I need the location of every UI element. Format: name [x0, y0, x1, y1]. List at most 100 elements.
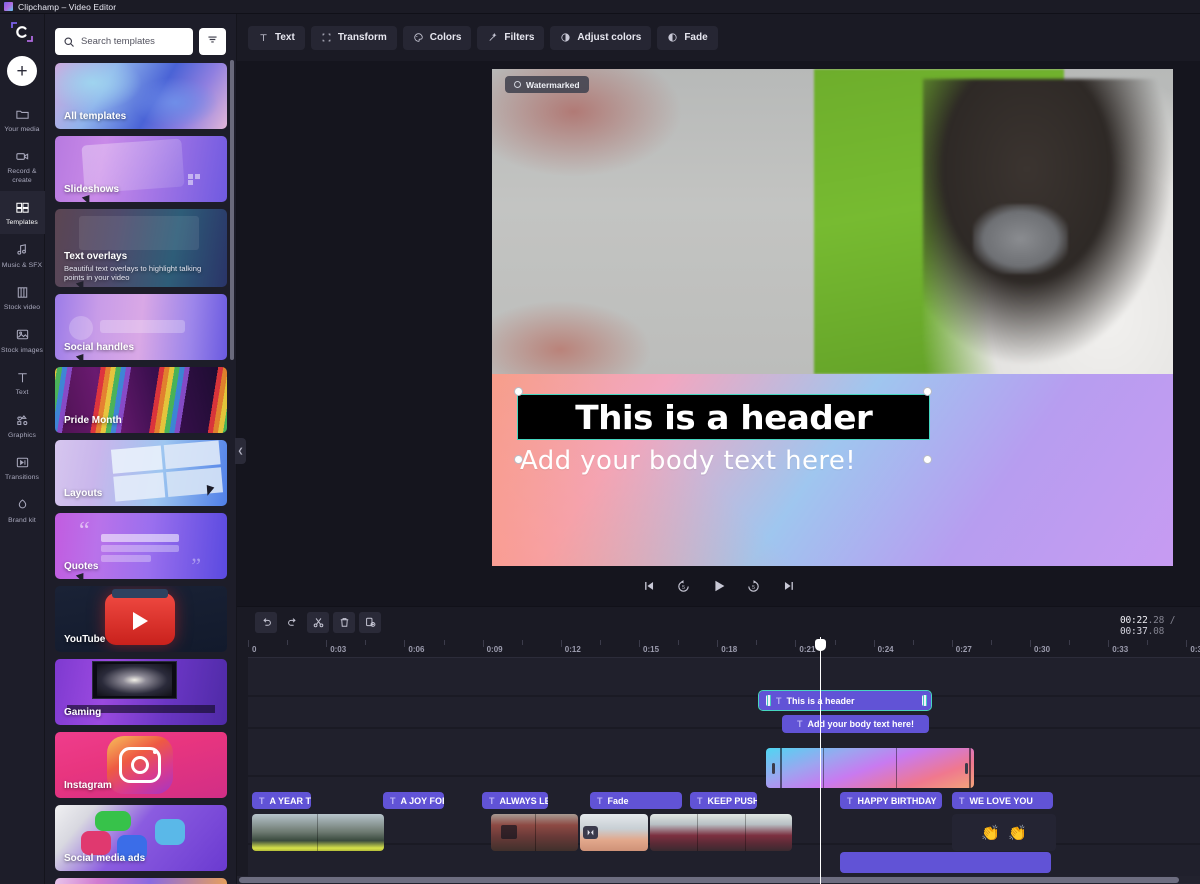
undo-button[interactable]	[255, 612, 277, 633]
duplicate-button[interactable]	[359, 612, 381, 633]
tool-transform[interactable]: Transform	[310, 25, 397, 50]
timeline-horizontal-scrollbar[interactable]	[237, 876, 1200, 884]
timeline-tracks: T This is a header T Add your body text …	[248, 658, 1200, 880]
redo-button[interactable]	[281, 612, 303, 633]
timeline-clip-body-text[interactable]: T Add your body text here!	[782, 715, 929, 733]
sidebar-item-text[interactable]: Text	[0, 361, 45, 403]
delete-button[interactable]	[333, 612, 355, 633]
search-input[interactable]: Search templates	[55, 28, 193, 55]
timeline-clip-gradient[interactable]	[766, 748, 974, 788]
sidebar-item-graphics[interactable]: Graphics	[0, 404, 45, 446]
sidebar-item-templates[interactable]: Templates	[0, 191, 45, 234]
sidebar-item-stock-images[interactable]: Stock images	[0, 319, 45, 361]
timeline-clip-caption-5[interactable]: T KEEP PUSHI	[690, 792, 757, 809]
resize-handle-bottom-right[interactable]	[923, 455, 932, 464]
video-preview[interactable]: Watermarked This is a header Add your bo…	[492, 69, 1173, 566]
chevron-left-icon: ❮	[237, 448, 244, 455]
template-card-social-handles[interactable]: Social handles	[55, 294, 227, 360]
properties-toolbar: Text Transform Colors Filters Adjust col…	[237, 14, 1200, 61]
forward-5-button[interactable]: 5	[744, 576, 764, 596]
text-t-icon: T	[489, 795, 495, 806]
timeline-playhead[interactable]	[815, 637, 826, 884]
template-card-gaming[interactable]: Gaming	[55, 659, 227, 725]
transition-marker[interactable]	[583, 826, 598, 839]
template-card-sublabel: Beautiful text overlays to highlight tal…	[64, 263, 202, 282]
timeline-audio-clip[interactable]	[840, 852, 1051, 873]
contrast-icon	[560, 32, 571, 43]
template-card-quotes[interactable]: “ ” Quotes	[55, 513, 227, 579]
text-t-icon: T	[796, 719, 803, 729]
text-t-icon: T	[259, 795, 265, 806]
body-text-overlay[interactable]: Add your body text here!	[520, 447, 940, 476]
rewind-5-button[interactable]: 5	[674, 576, 694, 596]
clipchamp-brand-icon[interactable]	[0, 14, 45, 50]
timeline-clip-caption-4[interactable]: T Fade	[590, 792, 682, 809]
template-card-social-media-ads[interactable]: Social media ads	[55, 805, 227, 871]
template-card-next[interactable]	[55, 878, 227, 884]
timeline-clip-caption-7[interactable]: T WE LOVE YOU	[952, 792, 1053, 809]
time-separator: /	[1164, 615, 1176, 626]
timeline-clip-caption-2[interactable]: T A JOY FOR	[383, 792, 444, 809]
tool-colors[interactable]: Colors	[402, 25, 472, 50]
add-media-button[interactable]: +	[7, 56, 37, 86]
timeline-video-clip-2[interactable]	[491, 814, 578, 851]
timeline-video-clip-5[interactable]: 👏 👏	[952, 814, 1056, 851]
template-card-text-overlays[interactable]: Text overlays Beautiful text overlays to…	[55, 209, 227, 287]
watermark-badge[interactable]: Watermarked	[505, 76, 589, 93]
ruler-label: 0:36	[1190, 645, 1200, 654]
clip-right-grip[interactable]	[922, 695, 927, 706]
ruler-subtick	[756, 640, 758, 645]
panel-collapse-button[interactable]: ❮	[235, 438, 246, 464]
clip-left-grip[interactable]	[766, 695, 771, 706]
ruler-label: 0:03	[330, 645, 347, 654]
template-card-all-templates[interactable]: All templates	[55, 63, 227, 129]
skip-to-start-button[interactable]	[639, 576, 659, 596]
timeline-clip-header-text[interactable]: T This is a header	[758, 690, 932, 711]
sidebar-label: Text	[15, 389, 29, 397]
sidebar-item-music-sfx[interactable]: Music & SFX	[0, 234, 45, 276]
scrollbar-thumb[interactable]	[239, 877, 1179, 883]
panel-scrollbar[interactable]	[230, 60, 234, 360]
music-note-icon	[13, 241, 31, 259]
resize-handle-bottom-left[interactable]	[514, 455, 523, 464]
resize-handle-top-left[interactable]	[514, 387, 523, 396]
magic-wand-icon	[487, 32, 498, 43]
sidebar-item-brand-kit[interactable]: Brand kit	[0, 489, 45, 531]
ruler-label: 0:06	[408, 645, 425, 654]
ruler-tick	[248, 640, 249, 647]
template-card-instagram[interactable]: Instagram	[55, 732, 227, 798]
tool-fade[interactable]: Fade	[657, 25, 718, 50]
template-card-label: Gaming	[64, 707, 102, 718]
skip-to-end-button[interactable]	[779, 576, 799, 596]
total-time: 00:37	[1120, 626, 1148, 637]
templates-panel: Search templates All templates Slideshow…	[45, 14, 237, 884]
template-card-layouts[interactable]: Layouts	[55, 440, 227, 506]
tool-adjust-colors[interactable]: Adjust colors	[550, 25, 652, 50]
tool-filters[interactable]: Filters	[477, 25, 545, 50]
timeline-ruler[interactable]: 0 0:03 0:06 0:09 0:12 0:15 0:18 0:21 0:24 0:27 0:3…	[248, 640, 1200, 658]
sidebar-item-stock-video[interactable]: Stock video	[0, 276, 45, 318]
timeline-video-clip-1[interactable]	[252, 814, 384, 851]
filter-button[interactable]	[199, 28, 226, 55]
svg-text:5: 5	[682, 584, 685, 590]
template-card-slideshows[interactable]: Slideshows	[55, 136, 227, 202]
sidebar-item-transitions[interactable]: Transitions	[0, 446, 45, 488]
sidebar-item-record-create[interactable]: Record & create	[0, 140, 45, 191]
split-button[interactable]	[307, 612, 329, 633]
timeline-clip-caption-3[interactable]: T ALWAYS LEA	[482, 792, 548, 809]
ruler-tick	[1108, 640, 1110, 647]
sidebar-label: Templates	[6, 219, 38, 227]
resize-handle-top-right[interactable]	[923, 387, 932, 396]
template-card-youtube[interactable]: YouTube	[55, 586, 227, 652]
sidebar-item-your-media[interactable]: Your media	[0, 98, 45, 140]
play-button[interactable]	[709, 576, 729, 596]
timeline-clip-caption-1[interactable]: T A YEAR TO	[252, 792, 311, 809]
clip-label: ALWAYS LEA	[499, 795, 549, 806]
current-time: 00:22	[1120, 615, 1148, 626]
template-card-pride-month[interactable]: Pride Month	[55, 367, 227, 433]
timeline-clip-caption-6[interactable]: T HAPPY BIRTHDAY	[840, 792, 942, 809]
templates-grid-icon	[13, 198, 31, 216]
tool-text[interactable]: Text	[248, 25, 305, 50]
header-text-overlay[interactable]: This is a header	[517, 394, 930, 440]
timeline-video-clip-4[interactable]	[650, 814, 792, 851]
